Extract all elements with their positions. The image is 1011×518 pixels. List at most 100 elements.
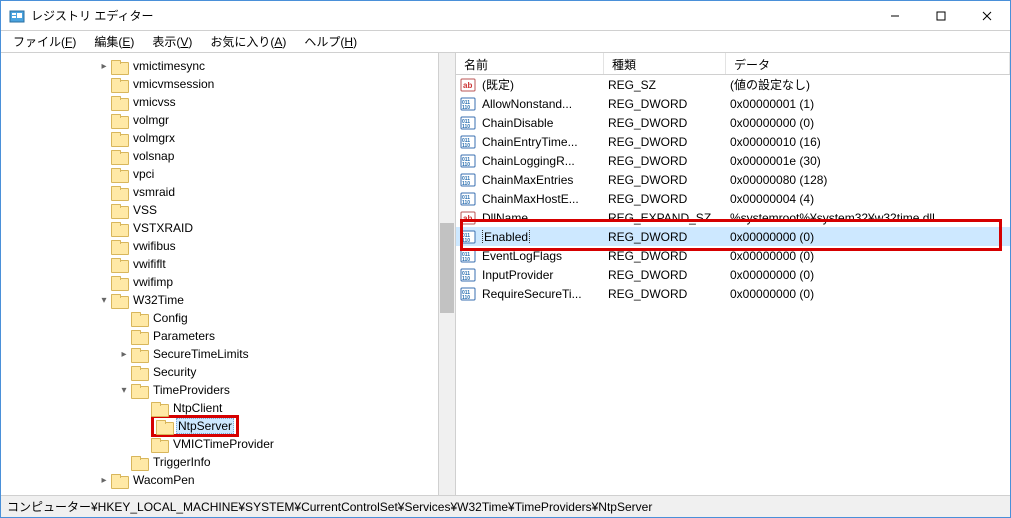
tree-item-label: NtpServer <box>176 418 234 434</box>
folder-icon <box>111 294 127 307</box>
value-name: ChainLoggingR... <box>482 154 608 168</box>
folder-icon <box>111 114 127 127</box>
tree-item-label: VMICTimeProvider <box>171 437 276 451</box>
tree-pane[interactable]: ▸vmictimesync vmicvmsession vmicvss volmgr v… <box>1 53 456 495</box>
folder-icon <box>131 366 147 379</box>
tree-twisty-icon[interactable]: ▸ <box>97 61 111 72</box>
close-button[interactable] <box>964 1 1010 31</box>
value-type: REG_DWORD <box>608 97 730 111</box>
tree-twisty-icon[interactable]: ▾ <box>97 295 111 306</box>
tree-item[interactable]: VSS <box>1 201 455 219</box>
tree-item[interactable]: volsnap <box>1 147 455 165</box>
folder-icon <box>111 258 127 271</box>
tree-item[interactable]: VMICTimeProvider <box>1 435 455 453</box>
tree-item[interactable]: NtpServer <box>1 417 455 435</box>
tree-item[interactable]: ▸SecureTimeLimits <box>1 345 455 363</box>
svg-text:110: 110 <box>462 181 470 187</box>
tree-item[interactable]: volmgrx <box>1 129 455 147</box>
value-data: %systemroot%¥system32¥w32time.dll <box>730 211 1010 225</box>
value-type: REG_DWORD <box>608 154 730 168</box>
menubar: ファイル(F) 編集(E) 表示(V) お気に入り(A) ヘルプ(H) <box>1 31 1010 53</box>
folder-icon <box>111 132 127 145</box>
tree-item[interactable]: vmicvss <box>1 93 455 111</box>
tree-item-label: vpci <box>131 167 156 181</box>
list-row[interactable]: 011110EnabledREG_DWORD0x00000000 (0) <box>456 227 1010 246</box>
list-row[interactable]: 011110RequireSecureTi...REG_DWORD0x00000… <box>456 284 1010 303</box>
value-name: EventLogFlags <box>482 249 608 263</box>
list-row[interactable]: 011110AllowNonstand...REG_DWORD0x0000000… <box>456 94 1010 113</box>
tree-item[interactable]: ▸vmictimesync <box>1 57 455 75</box>
list-row[interactable]: 011110 ChainMaxEntriesREG_DWORD0x00000080… <box>456 170 1010 189</box>
list-row[interactable]: abDllNameREG_EXPAND_SZ%systemroot%¥syste… <box>456 208 1010 227</box>
value-data: (値の設定なし) <box>730 76 1010 93</box>
tree-item[interactable]: volmgr <box>1 111 455 129</box>
value-name: AllowNonstand... <box>482 97 608 111</box>
svg-text:110: 110 <box>462 124 470 130</box>
reg-dword-icon: 011110 <box>460 153 476 169</box>
menu-edit[interactable]: 編集(E) <box>86 31 142 52</box>
scrollbar-thumb[interactable] <box>440 223 454 313</box>
tree-item[interactable]: vwifimp <box>1 273 455 291</box>
tree-twisty-icon[interactable]: ▸ <box>117 349 131 360</box>
list-row[interactable]: 011110EventLogFlagsREG_DWORD0x00000000 (… <box>456 246 1010 265</box>
col-data[interactable]: データ <box>726 53 1010 74</box>
tree-item[interactable]: ▸WacomPen <box>1 471 455 489</box>
svg-text:110: 110 <box>462 105 470 111</box>
list-row[interactable]: 011110InputProviderREG_DWORD0x00000000 (… <box>456 265 1010 284</box>
tree-item-label: vwifimp <box>131 275 175 289</box>
value-type: REG_DWORD <box>608 268 730 282</box>
tree-scrollbar[interactable] <box>438 53 455 495</box>
list-pane[interactable]: 名前 種類 データ ab(既定)REG_SZ(値の設定なし) 011110 Allo… <box>456 53 1010 495</box>
menu-file[interactable]: ファイル(F) <box>5 31 84 52</box>
menu-help[interactable]: ヘルプ(H) <box>296 31 365 52</box>
tree-item[interactable]: vmicvmsession <box>1 75 455 93</box>
value-type: REG_SZ <box>608 78 730 92</box>
list-row[interactable]: 011110ChainLoggingR...REG_DWORD0x0000001… <box>456 151 1010 170</box>
tree-twisty-icon[interactable]: ▾ <box>117 385 131 396</box>
list-row[interactable]: 011110ChainMaxHostE...REG_DWORD0x0000000… <box>456 189 1010 208</box>
value-name: RequireSecureTi... <box>482 287 608 301</box>
col-type[interactable]: 種類 <box>604 53 726 74</box>
tree-item[interactable]: vsmraid <box>1 183 455 201</box>
minimize-button[interactable] <box>872 1 918 31</box>
tree-item-label: vmicvss <box>131 95 178 109</box>
value-type: REG_DWORD <box>608 287 730 301</box>
list-row[interactable]: 011110ChainDisableREG_DWORD0x00000000 (0… <box>456 113 1010 132</box>
list-row[interactable]: ab(既定)REG_SZ(値の設定なし) <box>456 75 1010 94</box>
maximize-button[interactable] <box>918 1 964 31</box>
tree-item[interactable]: VSTXRAID <box>1 219 455 237</box>
tree-twisty-icon[interactable]: ▸ <box>97 475 111 486</box>
highlight-ntpserver: NtpServer <box>151 415 239 437</box>
tree-item[interactable]: ▾TimeProviders <box>1 381 455 399</box>
app-icon <box>9 8 25 24</box>
tree-item[interactable]: vpci <box>1 165 455 183</box>
folder-icon <box>111 276 127 289</box>
folder-icon <box>111 186 127 199</box>
value-type: REG_DWORD <box>608 249 730 263</box>
value-data: 0x00000080 (128) <box>730 173 1010 187</box>
tree-item[interactable]: Config <box>1 309 455 327</box>
value-name: ChainMaxEntries <box>482 173 608 187</box>
folder-icon <box>111 78 127 91</box>
reg-sz-icon: ab <box>460 77 476 93</box>
tree-item[interactable]: Security <box>1 363 455 381</box>
tree-item-label: Parameters <box>151 329 217 343</box>
col-name[interactable]: 名前 <box>456 53 604 74</box>
value-type: REG_DWORD <box>608 116 730 130</box>
tree-item[interactable]: TriggerInfo <box>1 453 455 471</box>
reg-dword-icon: 011110 <box>460 134 476 150</box>
value-type: REG_DWORD <box>608 173 730 187</box>
list-row[interactable]: 011110ChainEntryTime...REG_DWORD0x000000… <box>456 132 1010 151</box>
folder-icon <box>111 204 127 217</box>
tree-item[interactable]: ▾W32Time <box>1 291 455 309</box>
reg-dword-icon: 011110 <box>460 172 476 188</box>
menu-view[interactable]: 表示(V) <box>144 31 200 52</box>
tree-item[interactable]: vwififlt <box>1 255 455 273</box>
tree-item-label: volmgr <box>131 113 171 127</box>
folder-icon <box>111 60 127 73</box>
tree-item[interactable]: vwifibus <box>1 237 455 255</box>
value-type: REG_DWORD <box>608 230 730 244</box>
tree-item[interactable]: Parameters <box>1 327 455 345</box>
tree-item-label: vmicvmsession <box>131 77 216 91</box>
menu-favorites[interactable]: お気に入り(A) <box>202 31 294 52</box>
